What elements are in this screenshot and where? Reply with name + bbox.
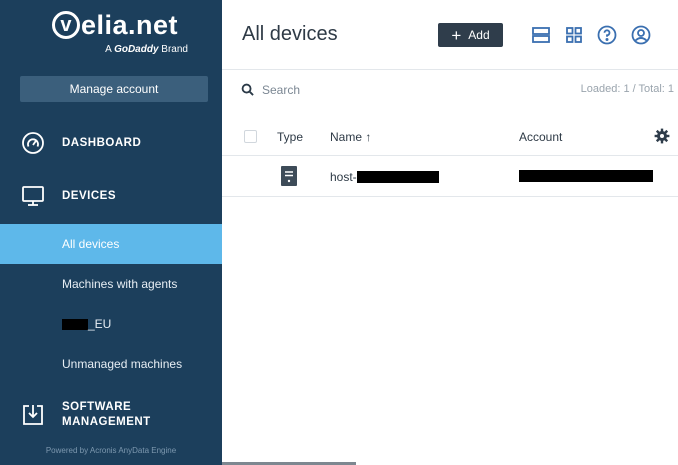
sidebar-item-label: Unmanaged machines bbox=[62, 357, 183, 371]
help-icon[interactable] bbox=[596, 24, 618, 46]
godaddy-brand: GoDaddy bbox=[114, 44, 159, 55]
list-view-icon[interactable] bbox=[530, 24, 552, 46]
nav-section-dashboard[interactable]: DASHBOARD bbox=[0, 127, 222, 159]
sidebar-item-all-devices[interactable]: All devices bbox=[0, 224, 222, 264]
server-icon bbox=[280, 165, 298, 190]
column-header-account[interactable]: Account bbox=[519, 130, 562, 144]
sidebar-item-unmanaged-machines[interactable]: Unmanaged machines bbox=[0, 344, 222, 384]
brand-logo-letter: v bbox=[51, 11, 80, 39]
nav-section-label: DASHBOARD bbox=[62, 136, 142, 149]
device-account bbox=[519, 170, 653, 185]
brand-logo[interactable]: v elia.net A GoDaddy Brand bbox=[30, 8, 200, 64]
redacted-text bbox=[519, 170, 653, 182]
column-header-name[interactable]: Name ↑ bbox=[330, 130, 371, 144]
nav-section-devices[interactable]: DEVICES bbox=[0, 180, 222, 212]
add-button-label: Add bbox=[468, 28, 490, 42]
device-name[interactable]: host- bbox=[330, 170, 439, 184]
table-header: Type Name ↑ Account bbox=[222, 118, 678, 156]
nav-section-software-management[interactable]: SOFTWARE MANAGEMENT bbox=[0, 398, 222, 432]
powered-by-text: Powered by Acronis AnyData Engine bbox=[45, 446, 177, 455]
add-button[interactable]: + Add bbox=[438, 23, 503, 47]
brand-name: elia.net bbox=[80, 9, 179, 40]
select-all-checkbox[interactable] bbox=[244, 130, 257, 143]
software-download-icon bbox=[18, 400, 48, 430]
brand-tagline: A GoDaddy Brand bbox=[105, 44, 188, 55]
nav-section-label: SOFTWARE MANAGEMENT bbox=[62, 401, 151, 428]
plus-icon: + bbox=[451, 25, 462, 45]
top-bar: All devices + Add bbox=[222, 0, 678, 70]
redacted-text bbox=[356, 171, 439, 183]
table-row[interactable]: host- bbox=[222, 157, 678, 197]
gear-icon[interactable] bbox=[654, 128, 670, 147]
monitor-icon bbox=[18, 181, 48, 211]
page-title: All devices bbox=[242, 23, 338, 45]
redacted-text bbox=[62, 318, 88, 330]
sidebar-item-label: _EU bbox=[88, 317, 112, 331]
loaded-count: Loaded: 1 / Total: 1 bbox=[580, 83, 674, 95]
manage-account-button[interactable]: Manage account bbox=[20, 76, 208, 102]
nav-section-label: DEVICES bbox=[62, 189, 116, 202]
sidebar-item-eu-group[interactable]: _EU bbox=[0, 304, 222, 344]
sidebar-item-label: All devices bbox=[62, 237, 120, 251]
account-icon[interactable] bbox=[630, 24, 652, 46]
search-input[interactable] bbox=[262, 80, 412, 100]
device-name-text: host- bbox=[330, 170, 357, 184]
sidebar-item-machines-with-agents[interactable]: Machines with agents bbox=[0, 264, 222, 304]
main-content: All devices + Add Search Loaded: 1 / Tot… bbox=[222, 0, 678, 465]
column-header-type[interactable]: Type bbox=[277, 130, 303, 144]
search-icon[interactable] bbox=[241, 83, 254, 101]
search-bar: Loaded: 1 / Total: 1 bbox=[222, 70, 678, 110]
dashboard-gauge-icon bbox=[18, 128, 48, 158]
sidebar-item-label: Machines with agents bbox=[62, 277, 178, 291]
grid-view-icon[interactable] bbox=[563, 24, 585, 46]
sidebar: v elia.net A GoDaddy Brand Manage accoun… bbox=[0, 0, 222, 465]
